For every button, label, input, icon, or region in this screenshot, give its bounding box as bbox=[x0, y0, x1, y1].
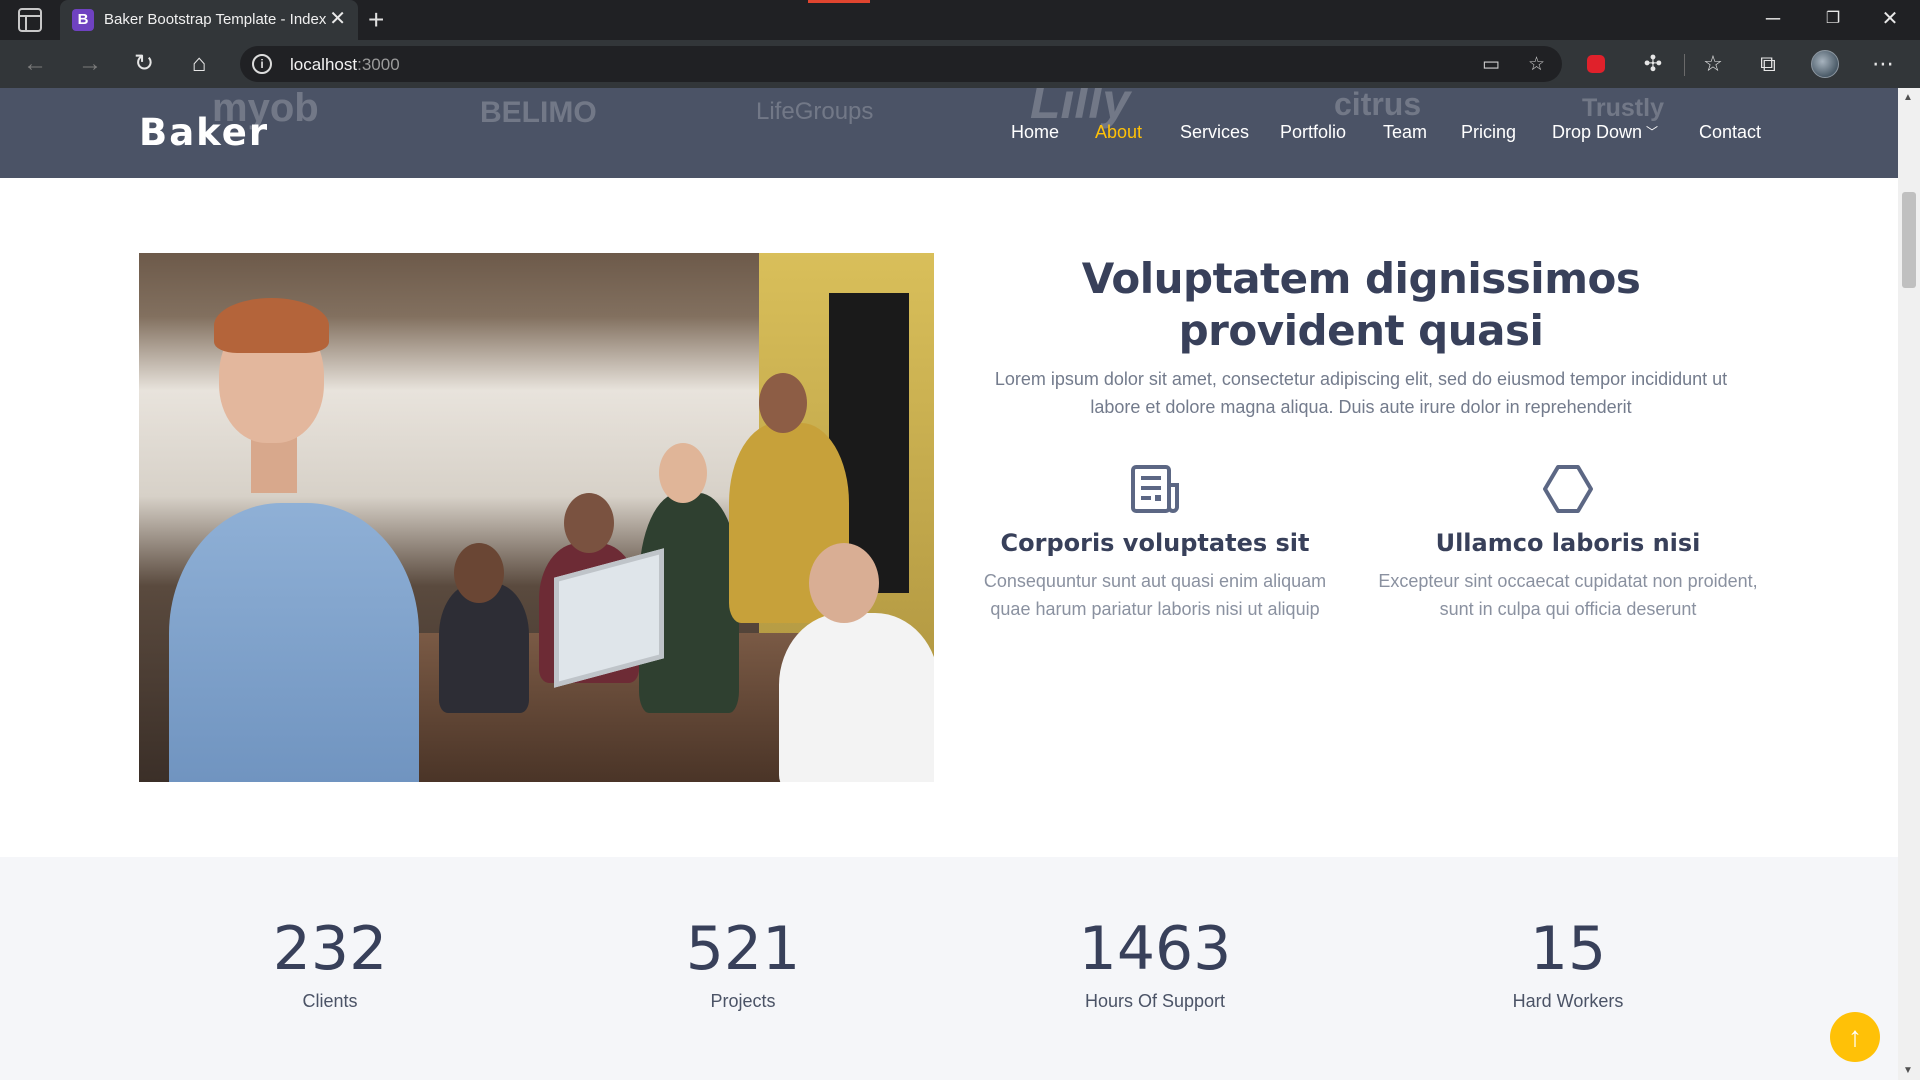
restore-icon[interactable]: ❐ bbox=[1818, 6, 1848, 32]
page-viewport: myob BELIMO LifeGroups Lilly citrus Trus… bbox=[0, 88, 1898, 1080]
scroll-up-icon[interactable]: ▲ bbox=[1903, 92, 1913, 103]
url-text: localhost:3000 bbox=[290, 55, 400, 74]
nav-home[interactable]: Home bbox=[1011, 122, 1059, 143]
sidebar-tabs-icon[interactable] bbox=[18, 8, 42, 32]
forward-icon[interactable]: → bbox=[74, 48, 106, 80]
nav-about[interactable]: About bbox=[1095, 122, 1142, 143]
feature-text: Consequuntur sunt aut quasi enim aliquam… bbox=[983, 571, 1327, 619]
nav-services[interactable]: Services bbox=[1180, 122, 1249, 143]
favorite-add-icon[interactable]: ☆ bbox=[1528, 53, 1545, 76]
nav-dropdown-label: Drop Down bbox=[1552, 122, 1643, 142]
scroll-thumb[interactable] bbox=[1902, 192, 1916, 288]
count-number: 15 bbox=[1529, 914, 1607, 984]
nav-team[interactable]: Team bbox=[1383, 122, 1427, 143]
feature-item: Ullamco laboris nisi Excepteur sint occa… bbox=[1378, 463, 1758, 623]
about-photo bbox=[139, 253, 934, 782]
home-icon[interactable]: ⌂ bbox=[183, 48, 215, 80]
nav-dropdown[interactable]: Drop Down ﹀ bbox=[1552, 122, 1658, 143]
profile-avatar[interactable] bbox=[1811, 50, 1839, 78]
tab-title: Baker Bootstrap Template - Index bbox=[104, 11, 326, 28]
about-title: Voluptatem dignissimos provident quasi bbox=[1081, 254, 1641, 355]
count-label: Hard Workers bbox=[1512, 991, 1624, 1011]
hexagon-icon bbox=[1543, 465, 1593, 513]
counts-section: 232 Clients 521 Projects 1463 Hours Of S… bbox=[0, 857, 1898, 1080]
toolbar-divider bbox=[1684, 54, 1685, 76]
feature-title: Corporis voluptates sit bbox=[1000, 529, 1310, 557]
close-icon[interactable]: ✕ bbox=[329, 8, 346, 30]
info-icon[interactable]: i bbox=[252, 54, 272, 74]
feature-item: Corporis voluptates sit Consequuntur sun… bbox=[965, 463, 1345, 623]
arrow-up-icon: ↑ bbox=[1848, 1021, 1862, 1052]
back-icon[interactable]: ← bbox=[19, 48, 51, 80]
puzzle-icon[interactable]: ✣ bbox=[1637, 48, 1669, 80]
close-window-icon[interactable]: ✕ bbox=[1875, 6, 1905, 32]
nav-contact[interactable]: Contact bbox=[1699, 122, 1761, 143]
reader-mode-icon[interactable]: ▭ bbox=[1482, 53, 1500, 76]
site-header: myob BELIMO LifeGroups Lilly citrus Trus… bbox=[0, 88, 1898, 178]
count-number: 521 bbox=[685, 914, 801, 984]
plus-icon[interactable]: + bbox=[368, 4, 384, 36]
count-item: 521 Projects bbox=[593, 913, 893, 1012]
about-lead: Lorem ipsum dolor sit amet, consectetur … bbox=[994, 369, 1728, 417]
newspaper-icon bbox=[1131, 465, 1179, 513]
count-label: Hours Of Support bbox=[1084, 991, 1226, 1011]
nav-pricing[interactable]: Pricing bbox=[1461, 122, 1516, 143]
page-scrollbar[interactable]: ▲ ▼ bbox=[1898, 88, 1920, 1080]
main-nav: Home About Services Portfolio Team Prici… bbox=[0, 122, 1898, 146]
count-item: 232 Clients bbox=[180, 913, 480, 1012]
count-label: Projects bbox=[710, 991, 776, 1011]
favicon-icon: B bbox=[72, 9, 94, 31]
browser-titlebar: B Baker Bootstrap Template - Index ✕ + ─… bbox=[0, 0, 1920, 40]
count-label: Clients bbox=[302, 991, 358, 1011]
count-item: 1463 Hours Of Support bbox=[1005, 913, 1305, 1012]
refresh-icon[interactable]: ↻ bbox=[128, 48, 160, 80]
extension-lock-icon[interactable] bbox=[1587, 55, 1605, 73]
url-input[interactable]: i localhost:3000 ▭ ☆ bbox=[240, 46, 1562, 82]
back-to-top-button[interactable]: ↑ bbox=[1830, 1012, 1880, 1062]
more-icon[interactable]: ⋯ bbox=[1867, 48, 1899, 80]
chevron-down-icon: ﹀ bbox=[1646, 125, 1659, 139]
address-bar-row: ← → ↻ ⌂ i localhost:3000 ▭ ☆ ✣ ☆ ⧉ ⋯ bbox=[0, 40, 1920, 88]
recording-indicator bbox=[808, 0, 870, 3]
feature-title: Ullamco laboris nisi bbox=[1435, 529, 1701, 557]
collections-icon[interactable]: ⧉ bbox=[1752, 48, 1784, 80]
count-number: 1463 bbox=[1078, 914, 1232, 984]
favorites-icon[interactable]: ☆ bbox=[1697, 48, 1729, 80]
client-logo: citrus bbox=[1334, 88, 1422, 122]
client-logo: Trustly bbox=[1582, 94, 1664, 122]
nav-portfolio[interactable]: Portfolio bbox=[1280, 122, 1346, 143]
count-number: 232 bbox=[272, 914, 388, 984]
browser-tab[interactable]: B Baker Bootstrap Template - Index ✕ bbox=[60, 0, 358, 40]
minimize-icon[interactable]: ─ bbox=[1758, 6, 1788, 32]
scroll-down-icon[interactable]: ▼ bbox=[1903, 1065, 1913, 1076]
count-item: 15 Hard Workers bbox=[1418, 913, 1718, 1012]
feature-text: Excepteur sint occaecat cupidatat non pr… bbox=[1378, 571, 1758, 619]
